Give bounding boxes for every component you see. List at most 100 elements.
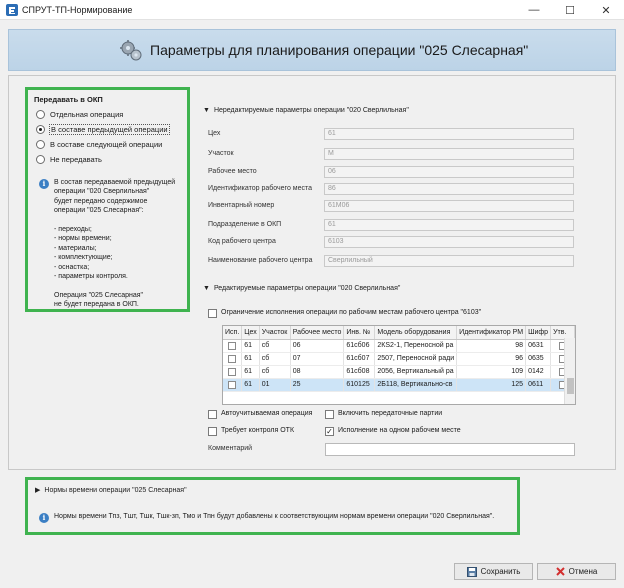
transfer-batches-label: Включить передаточные партии: [338, 410, 443, 417]
table-cell: [223, 378, 243, 392]
table-column-header[interactable]: Участок: [259, 326, 291, 340]
workplace-table[interactable]: Исп. Цех Участок Рабочее место Инв. № Модель …: [222, 325, 576, 405]
table-cell: 0635: [525, 352, 552, 366]
use-checkbox[interactable]: [228, 380, 237, 389]
table-cell: 61сб06: [343, 339, 376, 353]
table-column-header[interactable]: Рабочее место: [290, 326, 345, 340]
use-checkbox[interactable]: [228, 341, 237, 350]
table-column-header[interactable]: Шифр: [525, 326, 552, 340]
restrict-label: Ограничение исполнения операции по рабоч…: [221, 309, 482, 316]
table-cell: сб: [259, 352, 291, 366]
table-column-header[interactable]: Идентификатор РМ: [456, 326, 527, 340]
table-cell: 08: [290, 365, 345, 379]
norms-section-title: Нормы времени операции "025 Слесарная": [44, 487, 187, 494]
expand-triangle-icon: ▶: [35, 487, 41, 494]
info-line: - параметры контроля.: [54, 273, 128, 281]
scrollbar-thumb[interactable]: [567, 378, 574, 394]
radio-separate-label[interactable]: Отдельная операция: [50, 110, 123, 119]
readonly-field-value: Сверлильный: [324, 255, 574, 267]
collapse-triangle-icon: ▼: [203, 285, 210, 292]
norms-section-header[interactable]: ▶ Нормы времени операции "025 Слесарная": [35, 486, 187, 494]
editable-section-header[interactable]: ▼ Редактируемые параметры операции "020 С…: [203, 285, 400, 292]
info-line: - переходы;: [54, 226, 92, 234]
readonly-field-value: 61: [324, 219, 574, 231]
table-cell: [223, 352, 243, 366]
info-line: - нормы времени;: [54, 235, 112, 243]
window-title: СПРУТ-ТП-Нормирование: [22, 5, 133, 15]
restrict-checkbox[interactable]: [208, 309, 217, 318]
table-cell: 96: [456, 352, 527, 366]
table-cell: 61: [241, 339, 260, 353]
otk-control-checkbox[interactable]: [208, 427, 217, 436]
table-row[interactable]: 61 сб 07 61сб07 2507, Переносной ради 96 0635: [223, 352, 575, 366]
use-checkbox[interactable]: [228, 354, 237, 363]
table-row[interactable]: 61 сб 08 61сб08 2056, Вертикальный ра 109 0142: [223, 365, 575, 379]
info-line: Операция "025 Слесарная": [54, 291, 144, 299]
table-row[interactable]: 61 01 25 610125 2Б118, Вертикально-св 125 0611: [223, 378, 575, 392]
info-line: - материалы;: [54, 244, 97, 252]
readonly-field-value: М: [324, 148, 574, 160]
radio-previous-operation[interactable]: [36, 125, 45, 134]
table-cell: 610125: [343, 378, 376, 392]
table-header-row: Исп. Цех Участок Рабочее место Инв. № Модель …: [223, 326, 575, 340]
radio-previous-label[interactable]: В составе предыдущей операции: [49, 124, 170, 135]
radio-separate-operation[interactable]: [36, 110, 45, 119]
table-column-header[interactable]: Модель оборудования: [374, 326, 458, 340]
radio-next-operation[interactable]: [36, 140, 45, 149]
window-titlebar[interactable]: СПРУТ-ТП-Нормирование — ☐ ✕: [0, 0, 624, 20]
readonly-field-value: 61: [324, 128, 574, 140]
table-column-header[interactable]: Инв. №: [343, 326, 376, 340]
minimize-button[interactable]: —: [516, 0, 552, 20]
use-checkbox[interactable]: [228, 367, 237, 376]
radio-do-not-transfer[interactable]: [36, 155, 45, 164]
table-cell: 0631: [525, 339, 552, 353]
table-cell: 61: [241, 365, 260, 379]
auto-operation-checkbox[interactable]: [208, 410, 217, 419]
table-column-header[interactable]: Исп.: [223, 326, 243, 340]
info-line: операции "020 Сверлильная": [54, 188, 150, 196]
app-icon: [6, 4, 18, 16]
transfer-info-text: В состав передаваемой предыдущей операции…: [54, 178, 175, 310]
transfer-batches-checkbox[interactable]: [325, 410, 334, 419]
close-window-button[interactable]: ✕: [588, 0, 624, 20]
single-workplace-checkbox[interactable]: ✓: [325, 427, 334, 436]
readonly-field-label: Инвентарный номер: [208, 202, 275, 209]
table-cell: 07: [290, 352, 345, 366]
table-cell: сб: [259, 339, 291, 353]
gears-icon: [120, 40, 142, 61]
table-cell: 0142: [525, 365, 552, 379]
table-cell: 0611: [525, 378, 552, 392]
table-vertical-scrollbar[interactable]: [564, 338, 575, 404]
info-line: не будет передана в ОКП.: [54, 301, 139, 309]
readonly-section-title: Нередактируемые параметры операции "020 …: [213, 107, 409, 114]
norms-group: ▶ Нормы времени операции "025 Слесарная" …: [25, 477, 520, 535]
readonly-field-value: 06: [324, 166, 574, 178]
page-title: Параметры для планирования операции "025…: [150, 42, 529, 58]
readonly-field-label: Цех: [208, 130, 221, 137]
table-cell: 2КS2-1, Переносной ра: [374, 339, 458, 353]
readonly-field-value: 6103: [324, 236, 574, 248]
cancel-button-label: Отмена: [568, 567, 598, 576]
maximize-button[interactable]: ☐: [552, 0, 588, 20]
readonly-field-label: Подразделение в ОКП: [208, 221, 282, 228]
save-button[interactable]: Сохранить: [454, 563, 533, 580]
table-cell: 125: [456, 378, 527, 392]
table-cell: 2056, Вертикальный ра: [374, 365, 458, 379]
editable-section-title: Редактируемые параметры операции "020 Св…: [213, 285, 401, 292]
norms-info-text: Нормы времени Тпз, Тшт, Тшк, Тшк-зп, Тмо…: [54, 513, 495, 520]
table-row[interactable]: 61 сб 06 61сб06 2КS2-1, Переносной ра 98 0631: [223, 339, 575, 353]
info-icon: i: [39, 179, 49, 189]
transfer-group: Передавать в ОКП Отдельная операция В со…: [25, 87, 190, 312]
comment-input[interactable]: [325, 443, 575, 456]
radio-do-not-transfer-label[interactable]: Не передавать: [50, 155, 102, 164]
readonly-field-label: Наименование рабочего центра: [208, 257, 313, 264]
radio-next-label[interactable]: В составе следующей операции: [50, 140, 162, 149]
table-cell: 01: [259, 378, 291, 392]
table-column-header[interactable]: Цех: [241, 326, 260, 340]
cancel-button[interactable]: Отмена: [537, 563, 616, 580]
readonly-field-label: Участок: [208, 150, 234, 157]
readonly-section-header[interactable]: ▼ Нередактируемые параметры операции "020…: [203, 107, 409, 114]
table-cell: 61: [241, 352, 260, 366]
single-workplace-label: Исполнение на одном рабочем месте: [338, 427, 461, 434]
comment-label: Комментарий: [208, 445, 253, 452]
